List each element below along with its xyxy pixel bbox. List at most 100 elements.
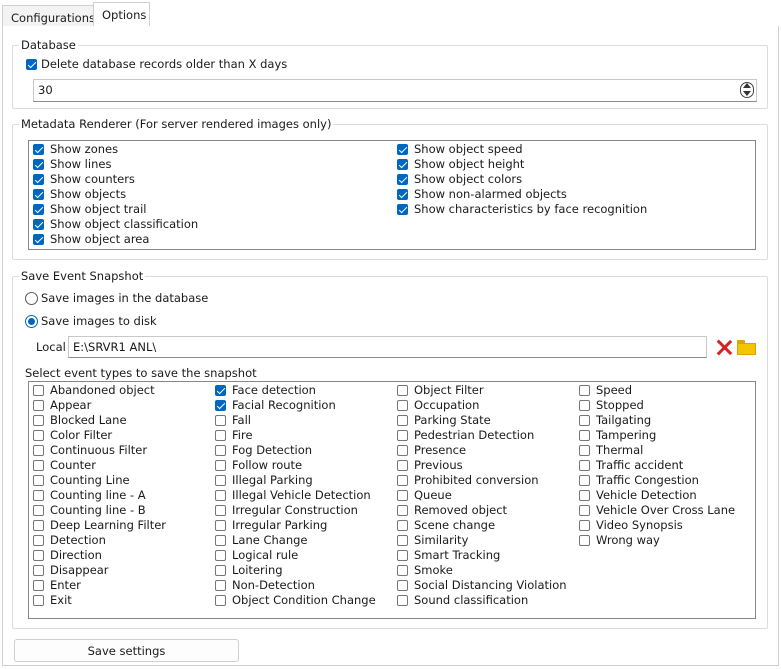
event-type-checkbox[interactable] [397,460,408,471]
event-type-checkbox[interactable] [33,595,44,606]
tab-options[interactable]: Options [93,2,150,27]
event-type-label: Detection [50,533,106,547]
event-type-checkbox[interactable] [215,475,226,486]
event-type-label: Smart Tracking [414,548,501,562]
event-type-label: Tampering [596,428,657,442]
event-type-checkbox[interactable] [579,535,590,546]
metadata-checkbox-label: Show object height [414,157,525,171]
event-type-checkbox[interactable] [33,565,44,576]
event-type-checkbox[interactable] [33,505,44,516]
event-type-checkbox[interactable] [397,580,408,591]
save-settings-button[interactable]: Save settings [14,639,239,662]
event-type-checkbox[interactable] [33,580,44,591]
metadata-checkbox[interactable] [397,144,408,155]
local-path-value: E:\SRVR1 ANL\ [73,340,157,354]
event-type-checkbox[interactable] [215,415,226,426]
event-type-checkbox[interactable] [579,445,590,456]
event-type-checkbox[interactable] [215,385,226,396]
event-type-checkbox[interactable] [215,445,226,456]
metadata-checkbox[interactable] [397,159,408,170]
event-type-checkbox[interactable] [579,415,590,426]
event-type-checkbox[interactable] [397,505,408,516]
event-type-checkbox[interactable] [33,445,44,456]
event-type-label: Smoke [414,563,453,577]
event-type-checkbox[interactable] [397,535,408,546]
event-type-checkbox[interactable] [579,490,590,501]
event-type-checkbox[interactable] [33,385,44,396]
metadata-checkbox[interactable] [33,174,44,185]
event-type-checkbox[interactable] [33,490,44,501]
metadata-checkbox[interactable] [33,204,44,215]
event-type-checkbox[interactable] [397,490,408,501]
metadata-checkbox[interactable] [397,174,408,185]
metadata-checkbox-label: Show non-alarmed objects [414,187,567,201]
event-type-checkbox[interactable] [579,400,590,411]
event-type-checkbox[interactable] [397,565,408,576]
metadata-checkbox[interactable] [33,189,44,200]
event-type-checkbox[interactable] [215,505,226,516]
event-type-checkbox[interactable] [579,385,590,396]
spin-down-icon[interactable] [743,91,751,96]
event-type-checkbox[interactable] [397,385,408,396]
save-in-database-label: Save images in the database [41,291,209,305]
event-type-checkbox[interactable] [579,475,590,486]
event-type-checkbox[interactable] [397,400,408,411]
save-to-disk-radio[interactable] [25,315,38,328]
save-in-database-radio[interactable] [25,292,38,305]
tab-configurations[interactable]: Configurations [2,5,95,27]
days-stepper[interactable]: 30 [33,79,757,102]
local-path-input[interactable]: E:\SRVR1 ANL\ [68,336,707,358]
event-type-checkbox[interactable] [33,400,44,411]
metadata-checkbox[interactable] [397,204,408,215]
event-type-checkbox[interactable] [215,490,226,501]
event-type-label: Lane Change [232,533,308,547]
event-type-checkbox[interactable] [33,430,44,441]
metadata-checkbox[interactable] [33,144,44,155]
event-type-checkbox[interactable] [215,430,226,441]
delete-x-icon[interactable] [715,338,733,356]
database-group-title: Database [19,38,78,52]
event-type-checkbox[interactable] [397,445,408,456]
spin-up-icon[interactable] [743,83,751,88]
event-type-checkbox[interactable] [579,430,590,441]
event-type-label: Object Filter [414,383,484,397]
event-type-checkbox[interactable] [215,535,226,546]
event-type-checkbox[interactable] [215,550,226,561]
metadata-checkbox[interactable] [397,189,408,200]
event-type-checkbox[interactable] [579,460,590,471]
event-type-checkbox[interactable] [33,550,44,561]
event-type-checkbox[interactable] [33,475,44,486]
event-type-checkbox[interactable] [397,550,408,561]
event-type-checkbox[interactable] [33,460,44,471]
delete-records-checkbox[interactable] [26,59,37,70]
event-type-checkbox[interactable] [579,520,590,531]
tab-strip: Configurations Options [0,0,781,27]
event-type-checkbox[interactable] [397,475,408,486]
event-type-label: Loitering [232,563,283,577]
event-type-checkbox[interactable] [215,565,226,576]
event-type-label: Counter [50,458,96,472]
event-type-checkbox[interactable] [397,430,408,441]
event-type-label: Presence [414,443,467,457]
folder-icon[interactable] [737,340,756,355]
event-type-checkbox[interactable] [215,580,226,591]
event-type-checkbox[interactable] [397,595,408,606]
event-type-checkbox[interactable] [215,400,226,411]
event-type-label: Counting Line [50,473,130,487]
metadata-checkbox-label: Show zones [50,142,119,156]
metadata-checkbox[interactable] [33,219,44,230]
event-type-checkbox[interactable] [33,415,44,426]
metadata-checkbox[interactable] [33,234,44,245]
event-type-label: Face detection [232,383,316,397]
event-type-checkbox[interactable] [397,415,408,426]
event-type-checkbox[interactable] [397,520,408,531]
event-type-checkbox[interactable] [33,520,44,531]
spin-buttons[interactable] [740,82,754,98]
event-type-checkbox[interactable] [215,520,226,531]
event-type-checkbox[interactable] [215,460,226,471]
event-type-checkbox[interactable] [33,535,44,546]
event-type-checkbox[interactable] [579,505,590,516]
event-type-checkbox[interactable] [215,595,226,606]
event-types-label: Select event types to save the snapshot [25,366,257,380]
metadata-checkbox[interactable] [33,159,44,170]
